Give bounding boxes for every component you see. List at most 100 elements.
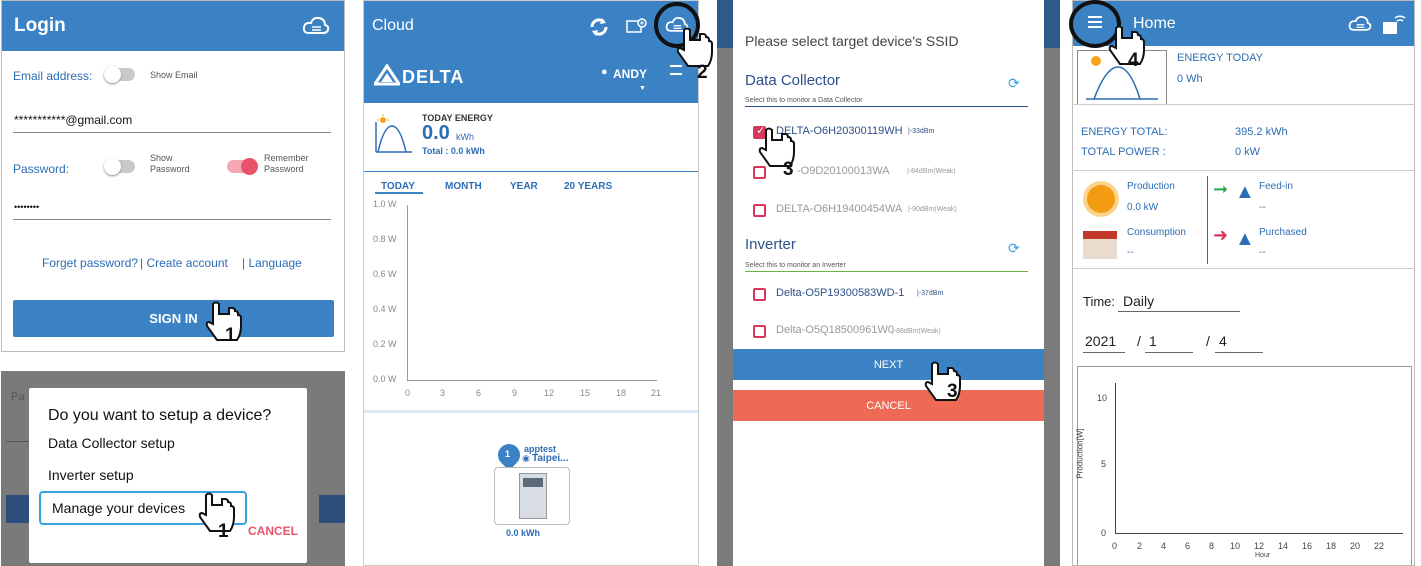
page-title: Cloud bbox=[372, 17, 414, 34]
date-separator: / bbox=[1137, 333, 1141, 349]
x-axis-label: Hour bbox=[1255, 552, 1271, 559]
purchased-icon: ➜ bbox=[1213, 225, 1229, 245]
refresh-icon[interactable] bbox=[588, 16, 610, 38]
x-tick-label: 18 bbox=[616, 388, 627, 398]
device-name[interactable]: DELTA-O6H19400454WA bbox=[776, 203, 902, 215]
step-number-3: 3 bbox=[783, 159, 794, 180]
cloud-screen: Cloud DELTA ● ANDY ▼ TODAY ENERGY 0.0 kW… bbox=[363, 0, 699, 566]
energy-total-label: ENERGY TOTAL: bbox=[1081, 126, 1168, 138]
email-label: Email address: bbox=[13, 69, 93, 83]
tab-year[interactable]: YEAR bbox=[510, 181, 538, 192]
show-password-toggle[interactable] bbox=[104, 158, 135, 175]
add-device-icon[interactable] bbox=[626, 18, 648, 36]
home-screen: Home ENERGY TODAY 0 Wh ENERGY TOTAL: 395… bbox=[1072, 0, 1415, 566]
device-checkbox[interactable] bbox=[753, 204, 766, 217]
site-count-badge: 1 bbox=[505, 449, 511, 459]
time-select[interactable]: Daily bbox=[1123, 293, 1154, 309]
cloud-header: Cloud bbox=[364, 1, 698, 51]
dialog-cancel-button[interactable]: CANCEL bbox=[248, 524, 298, 538]
user-icon: ● bbox=[601, 66, 608, 78]
cancel-label: CANCEL bbox=[866, 399, 911, 412]
sign-in-label: SIGN IN bbox=[149, 311, 198, 326]
site-location: Taipei... bbox=[532, 453, 569, 464]
refresh-icon[interactable]: ⟳ bbox=[1008, 75, 1020, 92]
x-tick-label: 12 bbox=[544, 388, 555, 398]
menu-icon bbox=[1088, 16, 1102, 28]
language-link[interactable]: | Language bbox=[242, 256, 302, 270]
tab-today-indicator bbox=[375, 192, 423, 194]
remember-password-label-2: Password bbox=[264, 164, 304, 174]
today-energy-value: 0.0 bbox=[422, 122, 450, 144]
today-energy-unit: kWh bbox=[456, 132, 474, 142]
y-tick-label: 0.0 W bbox=[373, 374, 397, 384]
delta-logo-text: DELTA bbox=[402, 67, 465, 87]
energy-today-value: 0 Wh bbox=[1177, 73, 1203, 85]
total-power-value: 0 kW bbox=[1235, 146, 1261, 158]
user-dropdown-icon[interactable]: ▼ bbox=[639, 85, 646, 92]
x-tick-label: 18 bbox=[1326, 541, 1337, 551]
show-password-label-2: Password bbox=[150, 164, 190, 174]
tab-today[interactable]: TODAY bbox=[381, 181, 415, 192]
production-label: Production bbox=[1127, 181, 1175, 192]
step-number-1: 1 bbox=[225, 325, 236, 346]
consumption-value: -- bbox=[1127, 247, 1134, 258]
inverter-setup-option[interactable]: Inverter setup bbox=[48, 467, 134, 483]
location-icon: ◉ bbox=[522, 453, 530, 463]
forget-password-link[interactable]: Forget password? bbox=[42, 256, 138, 270]
inverter-hint: Select this to monitor an Inverter bbox=[745, 262, 846, 269]
tab-month[interactable]: MONTH bbox=[445, 181, 482, 192]
tab-20-years[interactable]: 20 YEARS bbox=[564, 181, 612, 192]
show-password-label: Show bbox=[150, 153, 173, 163]
tap-hand-icon bbox=[758, 127, 795, 167]
device-signal: |-84dBm(Weak) bbox=[907, 168, 956, 175]
x-tick-label: 3 bbox=[440, 388, 446, 398]
production-chart bbox=[1077, 366, 1412, 565]
energy-chart bbox=[364, 195, 698, 407]
data-collector-heading: Data Collector bbox=[745, 72, 841, 89]
y-tick-label: 10 bbox=[1097, 393, 1108, 403]
cancel-button[interactable]: CANCEL bbox=[733, 390, 1044, 421]
purchased-label: Purchased bbox=[1259, 227, 1307, 238]
show-email-toggle[interactable] bbox=[104, 66, 135, 83]
cloud-setup-icon[interactable] bbox=[302, 15, 330, 35]
grid-tower-icon: ▲ bbox=[1235, 181, 1255, 203]
device-checkbox[interactable] bbox=[753, 288, 766, 301]
refresh-icon[interactable]: ⟳ bbox=[1008, 240, 1020, 257]
dialog-title: Do you want to setup a device? bbox=[48, 407, 272, 424]
site-device-card[interactable] bbox=[494, 467, 570, 525]
sign-in-button[interactable]: SIGN IN bbox=[13, 300, 334, 337]
month-select[interactable]: 1 bbox=[1149, 333, 1157, 349]
password-field[interactable]: •••••••• bbox=[14, 202, 39, 212]
step-number-4: 4 bbox=[1128, 50, 1139, 71]
remember-password-toggle[interactable] bbox=[227, 158, 258, 175]
email-field[interactable]: ***********@gmail.com bbox=[14, 113, 132, 127]
consumption-label: Consumption bbox=[1127, 227, 1186, 238]
x-tick-label: 4 bbox=[1161, 541, 1167, 551]
step-number-3: 3 bbox=[947, 381, 958, 402]
remember-password-label: Remember bbox=[264, 153, 309, 163]
wifi-device-icon[interactable] bbox=[1381, 12, 1407, 36]
create-account-link[interactable]: | Create account bbox=[140, 256, 228, 270]
x-tick-label: 0 bbox=[1112, 541, 1118, 551]
site-energy: 0.0 kWh bbox=[506, 528, 541, 538]
year-select[interactable]: 2021 bbox=[1085, 333, 1116, 349]
data-collector-setup-option[interactable]: Data Collector setup bbox=[48, 435, 175, 451]
next-button[interactable]: NEXT bbox=[733, 349, 1044, 380]
x-tick-label: 6 bbox=[476, 388, 482, 398]
x-tick-label: 12 bbox=[1254, 541, 1265, 551]
feed-in-label: Feed-in bbox=[1259, 181, 1293, 192]
device-signal: |-37dBm bbox=[917, 290, 944, 297]
purchased-value: -- bbox=[1259, 247, 1266, 258]
ssid-dialog-title: Please select target device's SSID bbox=[745, 33, 959, 49]
page-title: Login bbox=[14, 15, 66, 36]
device-name[interactable]: -O9D20100013WA bbox=[797, 165, 890, 177]
device-checkbox[interactable] bbox=[753, 325, 766, 338]
device-name[interactable]: Delta-O5Q18500961W0 bbox=[776, 324, 894, 336]
inverter-heading: Inverter bbox=[745, 236, 796, 253]
energy-total-value: 395.2 kWh bbox=[1235, 126, 1288, 138]
device-name[interactable]: Delta-O5P19300583WD-1 bbox=[776, 287, 904, 299]
device-signal: |-33dBm bbox=[908, 128, 935, 135]
day-select[interactable]: 4 bbox=[1219, 333, 1227, 349]
user-name[interactable]: ANDY bbox=[613, 67, 647, 81]
cloud-setup-icon[interactable] bbox=[1348, 14, 1372, 32]
